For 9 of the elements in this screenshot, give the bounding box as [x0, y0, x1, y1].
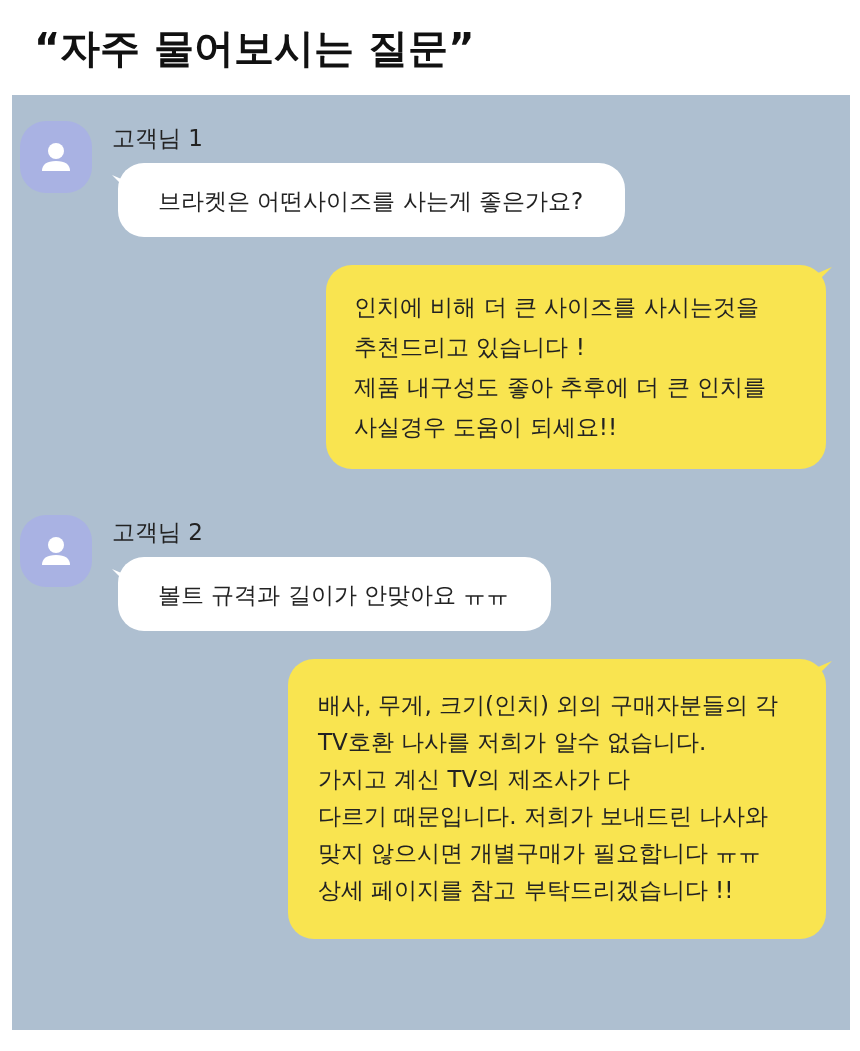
received-message: 브라켓은 어떤사이즈를 사는게 좋은가요?	[118, 163, 626, 237]
page-title: “자주 물어보시는 질문”	[33, 24, 476, 73]
sender-name: 고객님 1	[112, 124, 204, 153]
avatar-icon	[20, 515, 92, 587]
sender-name: 고객님 2	[112, 518, 204, 547]
avatar-icon	[20, 121, 92, 193]
sent-message: 인치에 비해 더 큰 사이즈를 사시는것을 추천드리고 있습니다 ! 제품 내구성도 좋아 추후에 더 큰 인치를 사실경우 도움이 되세요!!	[326, 265, 826, 469]
sent-message: 배사, 무게, 크기(인치) 외의 구매자분들의 각 TV호환 나사를 저희가 알수 없습니다. 가지고 계신 TV의 제조사가 다 다르기 때문입니다. 저희가 보내드린 나사와 맞지 않으시면 개별구매가 필요합니다 ㅠㅠ 상세 페이지를 참고 부탁드리겠습니다 !!	[287, 659, 826, 939]
received-message: 볼트 규격과 길이가 안맞아요 ㅠㅠ	[118, 557, 552, 631]
